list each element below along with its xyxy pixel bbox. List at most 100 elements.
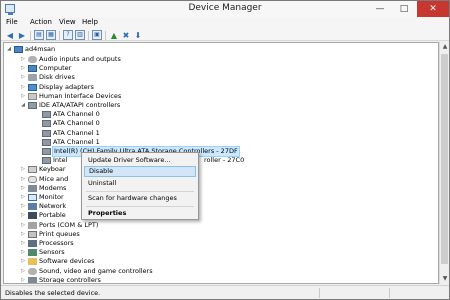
tree-item-label: Modems [39, 183, 67, 192]
scrollbar-thumb[interactable] [441, 54, 448, 264]
status-divider [319, 288, 320, 298]
collapse-icon[interactable]: ◢ [6, 45, 12, 54]
hid-icon [28, 92, 37, 100]
ide-channel-icon [42, 120, 51, 128]
device-tree[interactable]: ◢ ad4msan ▷ Audio inputs and outputs ▷ Comp… [3, 42, 439, 284]
tree-item-label: Ports (COM & LPT) [39, 220, 99, 229]
tree-item-label: Keyboar [39, 165, 66, 174]
keyboard-icon [28, 166, 37, 174]
expand-icon[interactable]: ▷ [20, 267, 26, 276]
back-arrow-icon[interactable]: ◀ [5, 30, 15, 40]
menu-action[interactable]: Action [30, 18, 52, 26]
properties-icon[interactable]: ▤ [34, 30, 44, 40]
tree-item-label: ATA Channel 0 [53, 119, 100, 128]
expand-icon[interactable]: ▷ [20, 55, 26, 64]
scan-changes-icon[interactable]: ▣ [92, 30, 102, 40]
toolbar-separator [30, 31, 31, 40]
menu-uninstall[interactable]: Uninstall [84, 178, 196, 189]
menu-help[interactable]: Help [82, 18, 98, 26]
expand-icon[interactable]: ▷ [20, 83, 26, 92]
vertical-scrollbar[interactable]: ▲ ▼ [439, 42, 449, 284]
modem-icon [28, 184, 37, 192]
disable-icon[interactable]: ⬇ [133, 30, 143, 40]
expand-icon[interactable]: ▷ [20, 64, 26, 73]
expand-icon[interactable]: ▷ [20, 221, 26, 230]
software-device-icon [28, 258, 37, 266]
expand-icon[interactable]: ▷ [20, 92, 26, 101]
tree-item[interactable]: ▷ Processors [20, 239, 424, 248]
expand-icon[interactable]: ▷ [20, 230, 26, 239]
context-menu: Update Driver Software... Disable Uninst… [81, 152, 199, 220]
tree-item[interactable]: ATA Channel 1 [34, 138, 424, 147]
tree-item-label: ATA Channel 1 [53, 128, 100, 137]
tree-item[interactable]: ▷ Audio inputs and outputs [20, 55, 424, 64]
forward-arrow-icon[interactable]: ▶ [17, 30, 27, 40]
computer-icon [28, 65, 37, 73]
tree-root[interactable]: ◢ ad4msan [6, 45, 206, 54]
tree-item-label: Print queues [39, 229, 80, 238]
menu-update-driver[interactable]: Update Driver Software... [84, 155, 196, 166]
view-icon[interactable]: ▥ [75, 30, 85, 40]
tree-item[interactable]: ▷ Print queues [20, 230, 424, 239]
expand-icon[interactable]: ▷ [20, 257, 26, 266]
menu-bar: File Action View Help [1, 17, 449, 29]
tree-item[interactable]: ▷ Computer [20, 64, 424, 73]
toolbar: ◀ ▶ ▤ ▦ ? ▥ ▣ ▲ ✖ ⬇ [1, 29, 449, 41]
tree-item[interactable]: ATA Channel 0 [34, 110, 424, 119]
tree-item[interactable]: ◢ IDE ATA/ATAPI controllers [20, 101, 424, 110]
ide-channel-icon [42, 129, 51, 137]
tree-item-label: Human Interface Devices [39, 91, 122, 100]
processor-icon [28, 240, 37, 247]
expand-icon[interactable]: ▷ [20, 175, 26, 184]
minimize-button[interactable]: — [369, 1, 391, 17]
tree-item[interactable]: ▷ Storage controllers [20, 276, 424, 283]
tree-item[interactable]: ▷ Display adapters [20, 83, 424, 92]
tree-item-label: Computer [39, 64, 72, 73]
sensor-icon [28, 249, 37, 257]
tree-item[interactable]: ▷ Software devices [20, 257, 424, 266]
tree-item-label-suffix: roller - 27C0 [204, 156, 245, 165]
display-adapter-icon [28, 83, 37, 91]
scroll-up-icon[interactable]: ▲ [440, 42, 450, 52]
toolbar-separator [105, 31, 106, 40]
tree-item[interactable]: ATA Channel 0 [34, 119, 424, 128]
close-button[interactable]: ✕ [417, 1, 449, 17]
toolbar-separator [88, 31, 89, 40]
tree-item-label: Processors [39, 239, 74, 247]
uninstall-icon[interactable]: ✖ [121, 30, 131, 40]
title-bar[interactable]: Device Manager — □ ✕ [1, 1, 449, 17]
tree-item[interactable]: ▷ Human Interface Devices [20, 92, 424, 101]
expand-icon[interactable]: ▷ [20, 276, 26, 283]
tree-item[interactable]: ▷ Disk drives [20, 73, 424, 82]
disk-drive-icon [28, 74, 37, 82]
show-hidden-icon[interactable]: ▦ [46, 30, 56, 40]
menu-scan-hardware[interactable]: Scan for hardware changes [84, 193, 196, 204]
collapse-icon[interactable]: ◢ [20, 101, 26, 110]
expand-icon[interactable]: ▷ [20, 193, 26, 202]
expand-icon[interactable]: ▷ [20, 73, 26, 82]
expand-icon[interactable]: ▷ [20, 184, 26, 193]
tree-item[interactable]: ATA Channel 1 [34, 129, 424, 138]
update-driver-icon[interactable]: ▲ [109, 30, 119, 40]
portable-device-icon [28, 212, 37, 220]
expand-icon[interactable]: ▷ [20, 202, 26, 211]
menu-disable[interactable]: Disable [84, 166, 196, 177]
scroll-down-icon[interactable]: ▼ [440, 274, 450, 284]
tree-item-label: ATA Channel 1 [53, 137, 100, 146]
tree-item[interactable]: ▷ Sound, video and game controllers [20, 267, 424, 276]
menu-view[interactable]: View [59, 18, 76, 26]
expand-icon[interactable]: ▷ [20, 248, 26, 257]
menu-separator [86, 191, 194, 192]
expand-icon[interactable]: ▷ [20, 239, 26, 248]
menu-properties[interactable]: Properties [84, 208, 196, 219]
help-icon[interactable]: ? [63, 30, 73, 40]
mouse-icon [28, 175, 37, 183]
tree-item[interactable]: ▷ Ports (COM & LPT) [20, 221, 424, 230]
expand-icon[interactable]: ▷ [20, 165, 26, 174]
maximize-button[interactable]: □ [393, 1, 415, 17]
tree-item-label: Sound, video and game controllers [39, 266, 153, 275]
sound-icon [28, 267, 37, 275]
expand-icon[interactable]: ▷ [20, 211, 26, 220]
tree-item[interactable]: ▷ Sensors [20, 248, 424, 257]
menu-file[interactable]: File [6, 18, 18, 26]
